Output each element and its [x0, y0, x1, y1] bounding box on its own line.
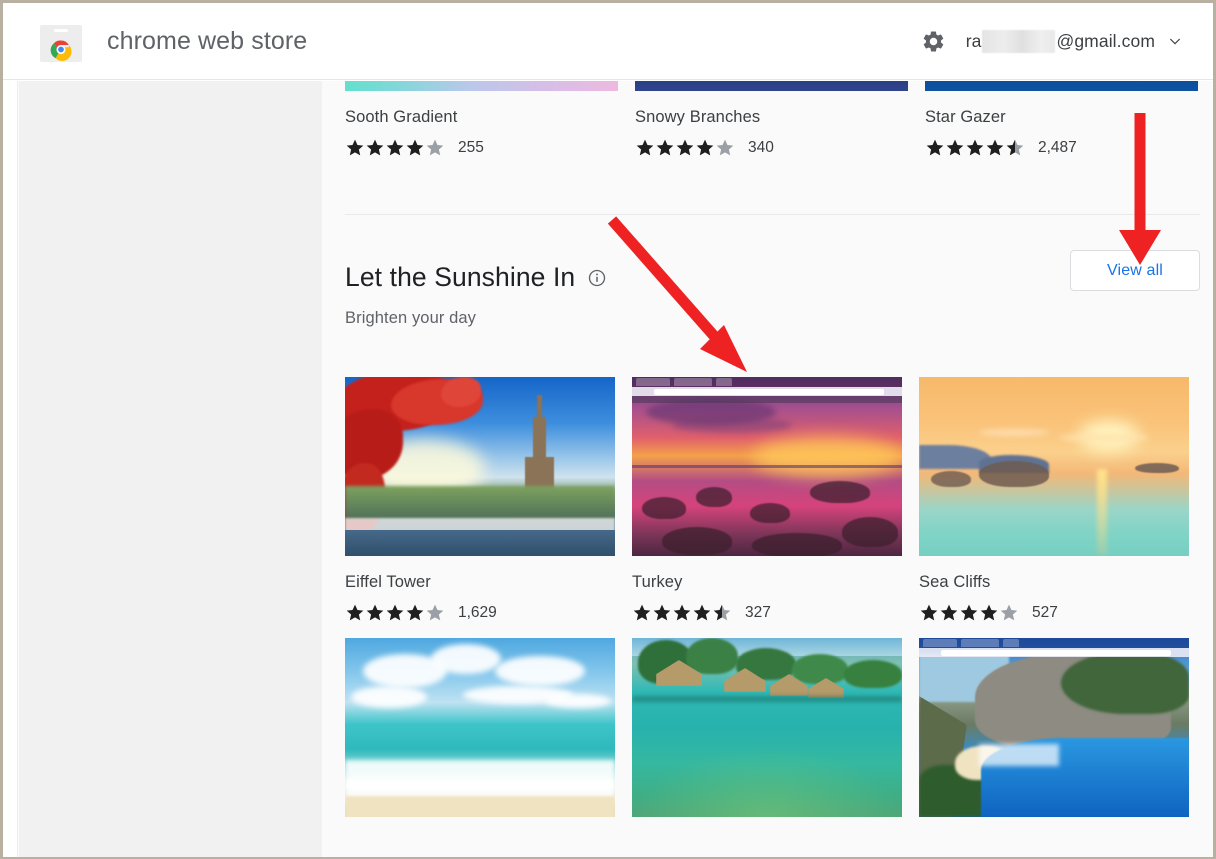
- info-icon[interactable]: [588, 269, 606, 287]
- theme-card[interactable]: Eiffel Tower 1,629: [345, 377, 615, 622]
- account-email-suffix: @gmail.com: [1056, 31, 1155, 52]
- star-rating: [635, 138, 735, 157]
- theme-title: Snowy Branches: [635, 108, 908, 127]
- account-email-prefix: ra: [966, 31, 982, 52]
- star-icon: [959, 603, 979, 622]
- theme-rating: 1,629: [345, 603, 615, 622]
- star-icon: [385, 603, 405, 622]
- rating-count: 1,629: [458, 604, 497, 622]
- star-rating: [345, 603, 445, 622]
- page-body: Sooth Gradient 255: [3, 81, 1213, 857]
- star-icon-empty: [999, 603, 1019, 622]
- site-header: chrome web store ra @gmail.com: [3, 3, 1213, 80]
- theme-card[interactable]: Sooth Gradient 255: [345, 81, 618, 157]
- star-icon: [405, 138, 425, 157]
- star-rating: [632, 603, 732, 622]
- account-menu[interactable]: ra @gmail.com: [966, 30, 1183, 53]
- theme-thumbnail[interactable]: [345, 377, 615, 556]
- theme-title: Turkey: [632, 573, 902, 592]
- theme-thumbnail[interactable]: [919, 638, 1189, 817]
- star-icon: [632, 603, 652, 622]
- chevron-down-icon: [1167, 33, 1183, 49]
- previous-section-tiles: Sooth Gradient 255: [345, 81, 1200, 157]
- section-title: Let the Sunshine In: [345, 264, 575, 291]
- star-icon: [695, 138, 715, 157]
- theme-thumbnail[interactable]: [345, 638, 615, 817]
- star-icon-empty: [715, 138, 735, 157]
- section-header-block: Let the Sunshine In Brighten your day Vi…: [345, 264, 1200, 328]
- star-icon: [692, 603, 712, 622]
- theme-title: Star Gazer: [925, 108, 1198, 127]
- star-icon: [635, 138, 655, 157]
- section-divider: [345, 214, 1200, 215]
- gear-icon[interactable]: [921, 29, 946, 54]
- star-icon: [919, 603, 939, 622]
- star-rating: [345, 138, 445, 157]
- star-icon: [945, 138, 965, 157]
- rating-count: 255: [458, 139, 484, 157]
- theme-grid: Eiffel Tower 1,629: [345, 377, 1200, 833]
- theme-rating: 340: [635, 138, 908, 157]
- star-icon: [979, 603, 999, 622]
- star-icon: [652, 603, 672, 622]
- star-icon-empty: [425, 603, 445, 622]
- star-icon: [672, 603, 692, 622]
- screenshot-root: chrome web store ra @gmail.com: [0, 0, 1216, 859]
- theme-thumbnail[interactable]: [925, 81, 1198, 91]
- brand-title: chrome web store: [107, 27, 307, 56]
- star-rating: [925, 138, 1025, 157]
- left-rail: [3, 81, 18, 857]
- rating-count: 2,487: [1038, 139, 1077, 157]
- sidebar-panel: [19, 81, 322, 857]
- theme-card[interactable]: [919, 638, 1189, 817]
- theme-thumbnail[interactable]: [345, 81, 618, 91]
- browser-chrome-overlay: [632, 377, 902, 403]
- star-icon: [939, 603, 959, 622]
- brand-link[interactable]: chrome web store: [40, 20, 307, 62]
- theme-thumbnail[interactable]: [632, 377, 902, 556]
- rating-count: 327: [745, 604, 771, 622]
- star-icon: [925, 138, 945, 157]
- star-icon: [365, 603, 385, 622]
- theme-card[interactable]: [632, 638, 902, 817]
- star-icon: [405, 603, 425, 622]
- view-all-button[interactable]: View all: [1070, 250, 1200, 291]
- star-icon: [365, 138, 385, 157]
- star-rating: [919, 603, 1019, 622]
- star-icon: [965, 138, 985, 157]
- theme-card[interactable]: Star Gazer 2,487: [925, 81, 1198, 157]
- header-actions: ra @gmail.com: [921, 29, 1183, 54]
- star-icon-half: [1005, 138, 1025, 157]
- star-icon: [655, 138, 675, 157]
- rating-count: 340: [748, 139, 774, 157]
- theme-thumbnail[interactable]: [635, 81, 908, 91]
- chrome-web-store-logo-icon: [40, 20, 82, 62]
- theme-card[interactable]: Turkey 327: [632, 377, 902, 622]
- star-icon: [345, 138, 365, 157]
- theme-card[interactable]: Sea Cliffs 527: [919, 377, 1189, 622]
- theme-rating: 527: [919, 603, 1189, 622]
- rating-count: 527: [1032, 604, 1058, 622]
- browser-chrome-overlay: [919, 638, 1189, 657]
- theme-card[interactable]: Snowy Branches 340: [635, 81, 908, 157]
- main-content: Sooth Gradient 255: [323, 81, 1213, 857]
- star-icon: [345, 603, 365, 622]
- theme-rating: 2,487: [925, 138, 1198, 157]
- star-icon: [985, 138, 1005, 157]
- account-email-redaction: [982, 30, 1055, 53]
- theme-rating: 255: [345, 138, 618, 157]
- theme-rating: 327: [632, 603, 902, 622]
- theme-title: Sea Cliffs: [919, 573, 1189, 592]
- star-icon-half: [712, 603, 732, 622]
- star-icon: [385, 138, 405, 157]
- theme-card[interactable]: [345, 638, 615, 817]
- star-icon-empty: [425, 138, 445, 157]
- star-icon: [675, 138, 695, 157]
- section-subtitle: Brighten your day: [345, 309, 1200, 328]
- theme-thumbnail[interactable]: [919, 377, 1189, 556]
- theme-title: Sooth Gradient: [345, 108, 618, 127]
- theme-thumbnail[interactable]: [632, 638, 902, 817]
- theme-title: Eiffel Tower: [345, 573, 615, 592]
